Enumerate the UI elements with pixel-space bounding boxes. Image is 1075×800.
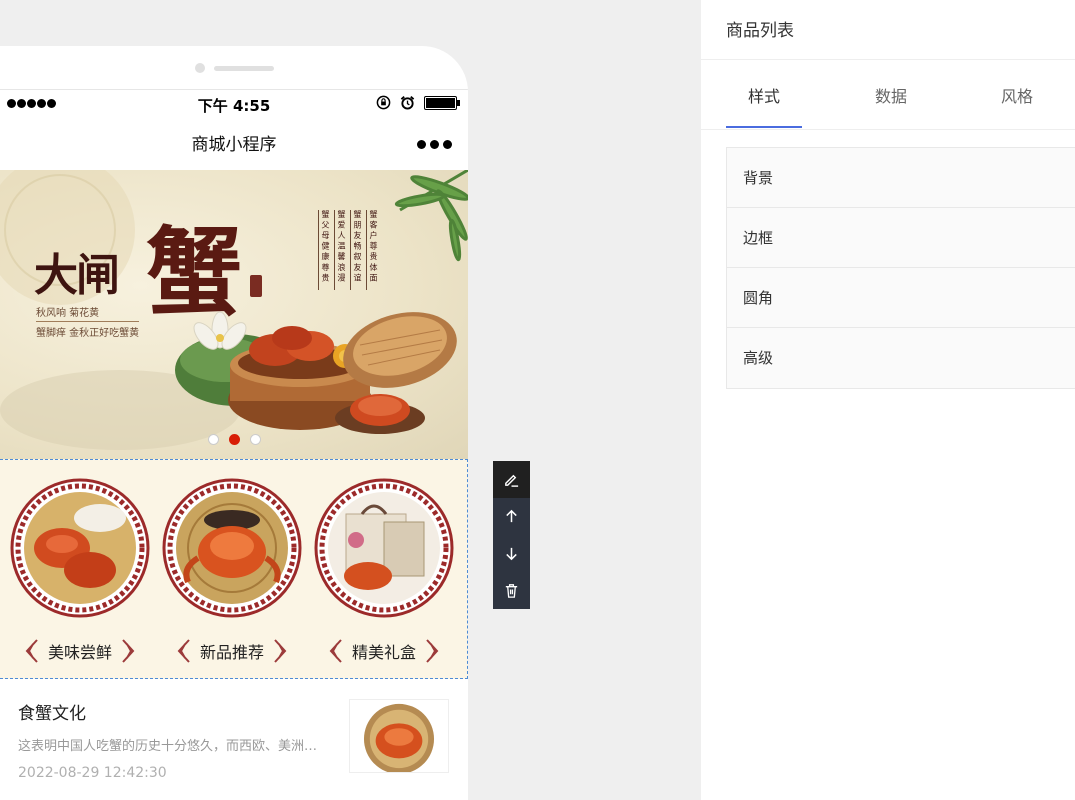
article-title: 食蟹文化: [18, 704, 86, 724]
category-item[interactable]: 新品推荐: [162, 478, 306, 663]
move-up-button[interactable]: [493, 498, 530, 535]
settings-panel: 商品列表 样式 数据 风格 背景 边框 圆角 高级: [701, 0, 1075, 800]
alarm-icon: [400, 95, 415, 110]
article-thumbnail: [349, 699, 449, 773]
camera-dot: [195, 63, 205, 73]
category-item[interactable]: 精美礼盒: [314, 478, 458, 663]
category-label: 精美礼盒: [351, 643, 416, 662]
style-sections: 背景 边框 圆角 高级: [726, 147, 1075, 389]
delete-button[interactable]: [493, 572, 530, 609]
category-label: 美味尝鲜: [47, 643, 112, 662]
carousel-dot-active[interactable]: [229, 434, 240, 445]
phone-frame-top: [0, 46, 468, 90]
steamed-crabs-plate-image: [10, 478, 150, 618]
chevron-left-decor-icon: [177, 639, 190, 663]
banner-poem: 蟹 父 母 健 康 尊 贵 蟹 爱 人 温 馨 浪 漫 蟹 朋 友 畅 叙 友 …: [318, 210, 378, 290]
banner-tagline: 秋风响 菊花黄: [36, 308, 100, 319]
active-tab-indicator: [726, 126, 802, 128]
tab-data[interactable]: 数据: [853, 83, 929, 107]
phone-preview: 下午 4:55 商城小程序 大闸 蟹 秋风响 菊花黄 蟹脚痒 金秋正好吃蟹黄 蟹…: [0, 46, 468, 800]
chevron-right-decor-icon: [274, 639, 287, 663]
article-description: 这表明中国人吃蟹的历史十分悠久，而西欧、美洲人很少吃蟹: [18, 739, 330, 754]
edit-button[interactable]: [493, 461, 530, 498]
carousel-indicators: [208, 434, 261, 445]
battery-icon: [424, 95, 460, 110]
carousel-dot[interactable]: [208, 434, 219, 445]
status-bar: 下午 4:55: [0, 90, 468, 118]
chevron-left-decor-icon: [329, 639, 342, 663]
category-nav-selected[interactable]: 美味尝鲜 新品推荐 精美礼盒: [0, 459, 468, 679]
move-down-button[interactable]: [493, 535, 530, 572]
tab-theme[interactable]: 风格: [979, 83, 1055, 107]
arrow-down-icon: [506, 547, 517, 561]
component-toolbar: [493, 461, 530, 609]
section-radius[interactable]: 圆角: [727, 268, 1075, 328]
carousel-dot[interactable]: [250, 434, 261, 445]
edit-icon: [505, 474, 519, 487]
panel-tabs: 样式 数据 风格: [701, 60, 1075, 130]
article-date: 2022-08-29 12:42:30: [18, 765, 167, 781]
gift-box-image: [314, 478, 454, 618]
mini-program-navbar: 商城小程序: [0, 118, 468, 170]
speaker-slot: [214, 66, 274, 71]
category-label: 新品推荐: [199, 643, 264, 662]
chevron-right-decor-icon: [426, 639, 439, 663]
banner-tagline: 蟹脚痒 金秋正好吃蟹黄: [36, 321, 140, 339]
single-crab-image: [162, 478, 302, 618]
rotation-lock-icon: [376, 95, 391, 110]
chevron-right-decor-icon: [122, 639, 135, 663]
arrow-up-icon: [506, 509, 517, 523]
chevron-left-decor-icon: [25, 639, 38, 663]
article-card[interactable]: 食蟹文化 这表明中国人吃蟹的历史十分悠久，而西欧、美洲人很少吃蟹 2022-08…: [0, 679, 468, 799]
section-advanced[interactable]: 高级: [727, 328, 1075, 388]
tab-style[interactable]: 样式: [726, 83, 802, 107]
nav-title: 商城小程序: [191, 135, 277, 155]
trash-icon: [505, 584, 518, 598]
more-icon[interactable]: [417, 140, 452, 149]
section-border[interactable]: 边框: [727, 208, 1075, 268]
category-item[interactable]: 美味尝鲜: [10, 478, 154, 663]
banner-carousel[interactable]: 大闸 蟹 秋风响 菊花黄 蟹脚痒 金秋正好吃蟹黄 蟹 父 母 健 康 尊 贵 蟹…: [0, 170, 468, 459]
panel-title: 商品列表: [701, 0, 1075, 60]
section-background[interactable]: 背景: [727, 148, 1075, 208]
